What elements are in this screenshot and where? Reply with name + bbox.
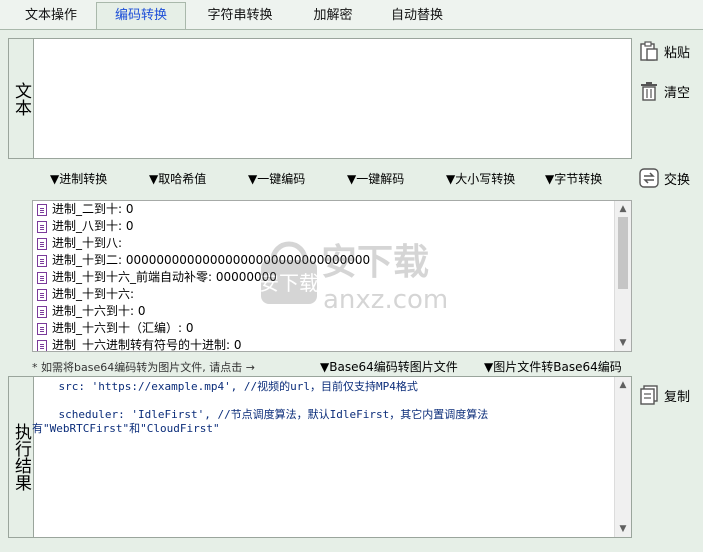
document-icon — [37, 254, 47, 267]
document-icon — [37, 322, 47, 335]
base64-note: * 如需将base64编码转为图片文件, 请点击 → — [32, 361, 255, 374]
one-click-encode-dropdown[interactable]: ▼一键编码 — [248, 170, 305, 187]
scroll-down-icon[interactable]: ▼ — [615, 521, 631, 537]
copy-icon — [640, 385, 658, 405]
list-item[interactable]: 进制_十到十六: — [37, 286, 134, 303]
result-output-text[interactable]: src: 'https://example.mp4', //视频的url，目前仅… — [32, 380, 614, 530]
hash-dropdown[interactable]: ▼取哈希值 — [149, 170, 206, 187]
scroll-down-icon[interactable]: ▼ — [615, 335, 631, 351]
paste-label: 粘贴 — [664, 45, 691, 61]
copy-button[interactable]: 复制 — [638, 384, 690, 406]
trash-icon — [641, 82, 657, 101]
list-item[interactable]: 进制_十到二: 00000000000000000000000000000000 — [37, 252, 370, 269]
text-input-area[interactable] — [34, 39, 631, 158]
text-panel-label: 文本 — [9, 39, 34, 158]
document-icon — [37, 288, 47, 301]
document-icon — [37, 203, 47, 216]
radix-convert-dropdown[interactable]: ▼进制转换 — [50, 170, 107, 187]
tab-encoding-convert[interactable]: 编码转换 — [96, 2, 186, 30]
result-scrollbar[interactable]: ▲ ▼ — [614, 377, 631, 537]
byte-convert-dropdown[interactable]: ▼字节转换 — [545, 170, 602, 187]
document-icon — [37, 305, 47, 318]
list-item[interactable]: 进制_二到十: 0 — [37, 201, 134, 218]
base64-to-image-dropdown[interactable]: ▼Base64编码转图片文件 — [320, 358, 458, 375]
clipboard-icon — [640, 41, 658, 61]
list-scrollbar[interactable]: ▲ ▼ — [614, 201, 631, 351]
scroll-up-icon[interactable]: ▲ — [615, 377, 631, 393]
document-icon — [37, 220, 47, 233]
list-item[interactable]: 进制_十六进制转有符号的十进制: 0 — [37, 337, 242, 351]
document-icon — [37, 237, 47, 250]
list-item[interactable]: 进制_十六到十（汇编）: 0 — [37, 320, 194, 337]
result-panel-label: 执行结果 — [9, 377, 34, 537]
clear-button[interactable]: 清空 — [638, 80, 690, 102]
scroll-thumb[interactable] — [618, 217, 628, 289]
list-item[interactable]: 进制_八到十: 0 — [37, 218, 134, 235]
list-item[interactable]: 进制_十到八: — [37, 235, 122, 252]
conversion-list[interactable]: 进制_二到十: 0 进制_八到十: 0 进制_十到八: 进制_十到二: 0000… — [32, 200, 632, 352]
copy-label: 复制 — [664, 389, 691, 405]
clear-label: 清空 — [664, 85, 691, 101]
swap-icon — [639, 168, 659, 188]
swap-button[interactable]: 交换 — [638, 167, 690, 189]
document-icon — [37, 271, 47, 284]
tab-bar: 文本操作 编码转换 字符串转换 加解密 自动替换 — [0, 0, 703, 30]
document-icon — [37, 339, 47, 351]
one-click-decode-dropdown[interactable]: ▼一键解码 — [347, 170, 404, 187]
case-convert-dropdown[interactable]: ▼大小写转换 — [446, 170, 515, 187]
tab-text-ops[interactable]: 文本操作 — [10, 4, 92, 28]
tab-divider — [0, 29, 703, 30]
swap-label: 交换 — [664, 172, 691, 188]
tab-string-convert[interactable]: 字符串转换 — [194, 4, 286, 28]
tab-auto-replace[interactable]: 自动替换 — [378, 4, 456, 28]
list-item[interactable]: 进制_十到十六_前端自动补零: 00000000 — [37, 269, 277, 286]
text-input-panel: 文本 — [8, 38, 632, 159]
scroll-up-icon[interactable]: ▲ — [615, 201, 631, 217]
list-item[interactable]: 进制_十六到十: 0 — [37, 303, 146, 320]
image-to-base64-dropdown[interactable]: ▼图片文件转Base64编码 — [484, 358, 622, 375]
tab-encrypt-decrypt[interactable]: 加解密 — [300, 4, 366, 28]
paste-button[interactable]: 粘贴 — [638, 40, 690, 62]
